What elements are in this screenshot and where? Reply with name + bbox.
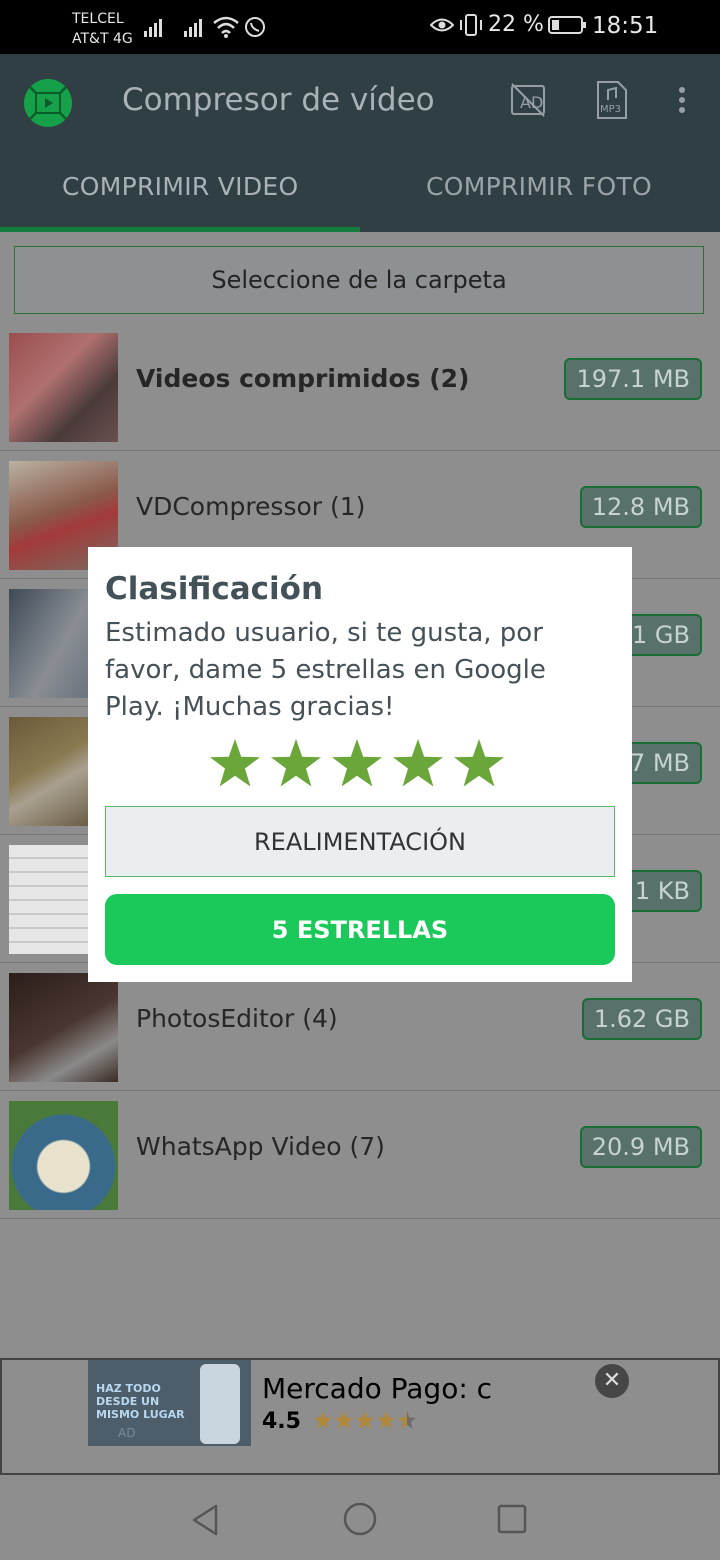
video-compressor-logo: [24, 79, 72, 127]
star-icon: [393, 739, 443, 787]
select-folder-button[interactable]: Seleccione de la carpeta: [14, 246, 704, 314]
clock: 18:51: [592, 13, 659, 39]
folder-size-badge: 20.9 MB: [579, 1126, 702, 1168]
folder-size-badge: 1 GB: [620, 614, 702, 656]
eye-icon: [430, 18, 454, 31]
back-icon[interactable]: [190, 1503, 220, 1537]
ad-image-text: HAZ TODO DESDE UN MISMO LUGAR: [96, 1382, 185, 1421]
rating-dialog: Clasificación Estimado usuario, si te gu…: [88, 547, 632, 982]
ad-title[interactable]: Mercado Pago: c: [262, 1372, 492, 1405]
ad-phone-graphic: [200, 1364, 240, 1444]
mp3-file-icon[interactable]: MP3: [594, 80, 630, 120]
signal-icon-2: [184, 19, 202, 37]
remove-ads-icon[interactable]: AD: [510, 80, 546, 120]
ad-badge: AD: [118, 1426, 136, 1440]
star-icon: [355, 1411, 374, 1429]
battery-percent: 22 %: [488, 12, 544, 37]
ad-stars: [313, 1411, 416, 1429]
signal-icon: [144, 19, 162, 37]
star-half-icon: [397, 1411, 416, 1429]
ad-image[interactable]: HAZ TODO DESDE UN MISMO LUGAR AD: [88, 1360, 251, 1446]
folder-size-badge: 1.62 GB: [581, 998, 702, 1040]
vibrate-icon: [460, 13, 482, 36]
dialog-title: Clasificación: [105, 571, 324, 607]
folder-thumbnail: [9, 973, 118, 1082]
folder-row[interactable]: WhatsApp Video (7) 20.9 MB: [0, 1090, 720, 1219]
ad-close-icon[interactable]: ✕: [595, 1364, 629, 1398]
status-bar: TELCEL AT&T 4G 22 % 18:51: [0, 0, 720, 54]
battery-icon: [547, 15, 586, 34]
folder-name: VDCompressor (1): [136, 492, 366, 521]
tab-comprimir-video[interactable]: COMPRIMIR VIDEO: [62, 172, 298, 201]
folder-name: WhatsApp Video (7): [136, 1132, 385, 1161]
folder-size-badge: 12.8 MB: [579, 486, 702, 528]
more-options-icon[interactable]: [664, 80, 700, 120]
five-star-rating[interactable]: [208, 737, 508, 791]
folder-thumbnail: [9, 1101, 118, 1210]
navigation-bar: [0, 1475, 720, 1560]
five-stars-button[interactable]: 5 ESTRELLAS: [105, 894, 615, 965]
tab-comprimir-foto[interactable]: COMPRIMIR FOTO: [426, 172, 652, 201]
recents-icon[interactable]: [497, 1504, 527, 1534]
star-icon: [271, 739, 321, 787]
star-icon: [332, 739, 382, 787]
folder-thumbnail: [9, 333, 118, 442]
app-title: Compresor de vídeo: [122, 82, 435, 118]
folder-row[interactable]: Videos comprimidos (2) 197.1 MB: [0, 322, 720, 451]
folder-size-badge: 1 KB: [622, 870, 702, 912]
whatsapp-icon: [245, 17, 265, 37]
star-icon: [210, 739, 260, 787]
folder-size-badge: 197.1 MB: [564, 358, 702, 400]
carrier-line2: AT&T 4G: [72, 31, 133, 47]
star-icon: [313, 1411, 332, 1429]
ad-rating-value: 4.5: [262, 1409, 301, 1434]
home-icon[interactable]: [343, 1502, 377, 1536]
folder-name: PhotosEditor (4): [136, 1004, 338, 1033]
wifi-icon: [213, 16, 239, 38]
feedback-button[interactable]: REALIMENTACIÓN: [105, 806, 615, 877]
status-right: 22 %: [430, 12, 588, 37]
svg-text:MP3: MP3: [600, 104, 621, 115]
star-icon: [334, 1411, 353, 1429]
dialog-message: Estimado usuario, si te gusta, por favor…: [105, 618, 546, 722]
star-icon: [376, 1411, 395, 1429]
carrier-line1: TELCEL: [72, 11, 124, 27]
folder-name: Videos comprimidos (2): [136, 364, 470, 393]
ad-rating: 4.5: [262, 1409, 421, 1434]
carrier-info: TELCEL AT&T 4G: [72, 9, 133, 49]
star-icon: [454, 739, 504, 787]
